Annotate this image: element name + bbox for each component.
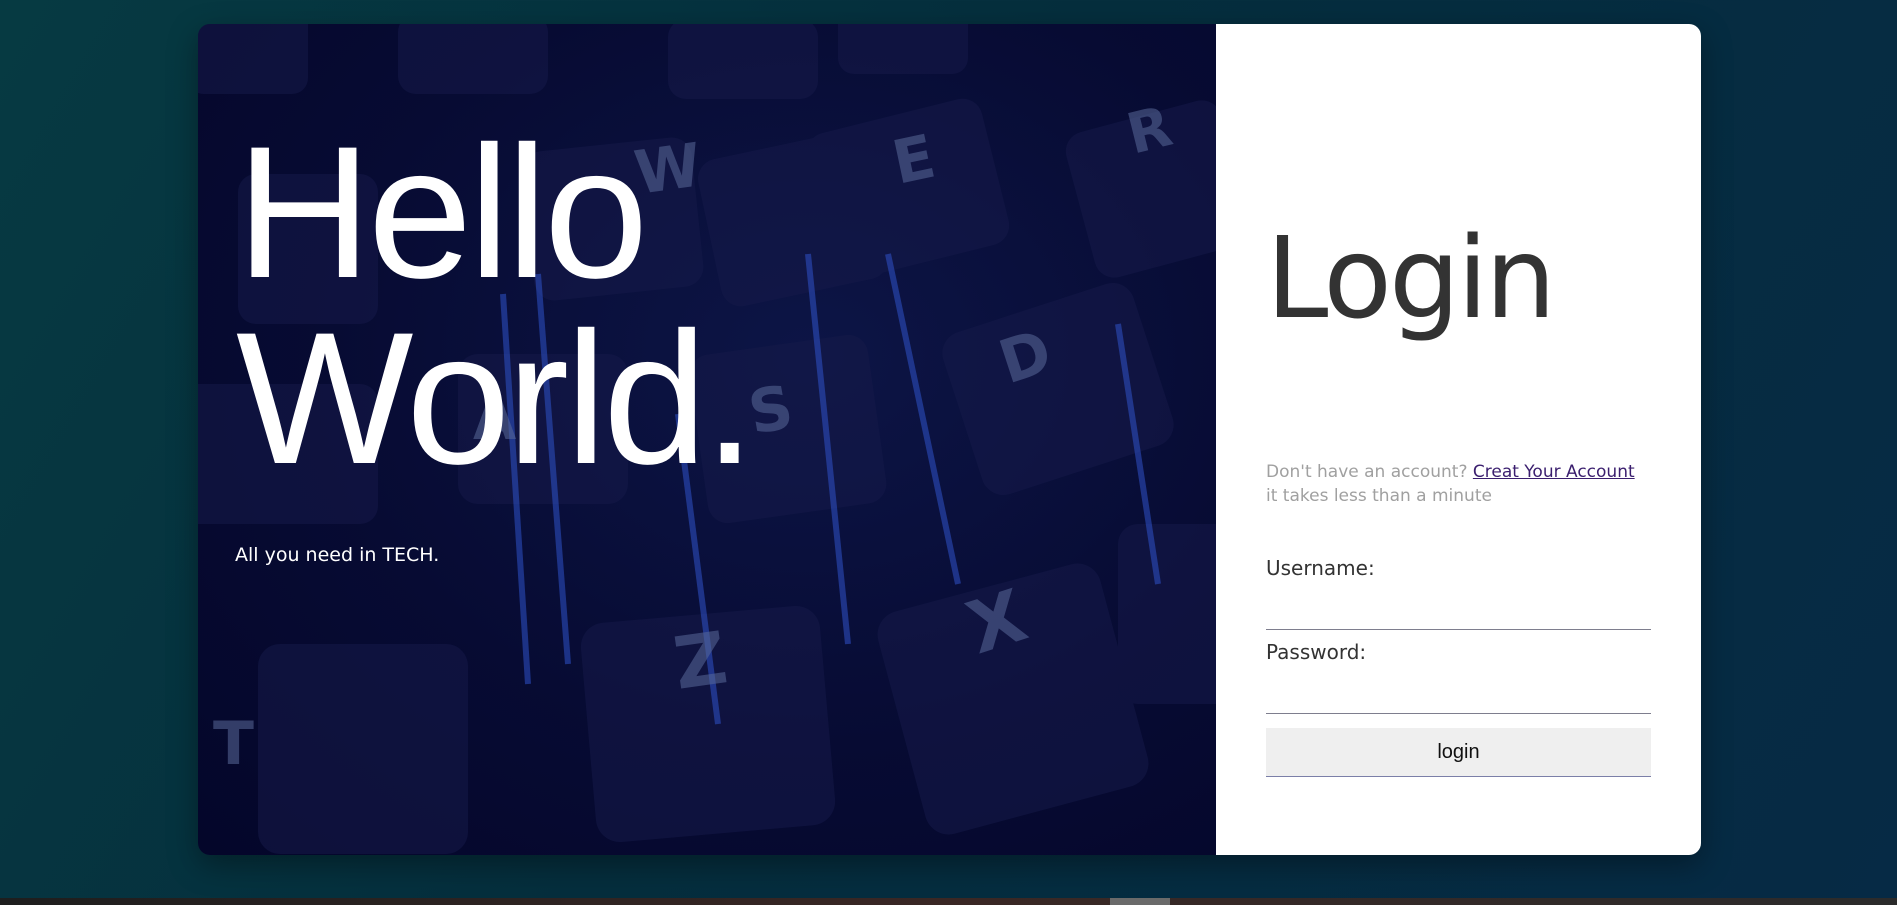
signup-prompt: Don't have an account? Creat Your Accoun… bbox=[1266, 460, 1651, 508]
hero-title-line-1: Hello bbox=[236, 107, 648, 317]
signup-prefix: Don't have an account? bbox=[1266, 462, 1468, 482]
login-button[interactable]: login bbox=[1266, 728, 1651, 777]
username-input[interactable] bbox=[1266, 595, 1651, 630]
login-panel: Login Don't have an account? Creat Your … bbox=[1216, 24, 1701, 855]
svg-text:T: T bbox=[213, 709, 254, 779]
taskbar bbox=[0, 898, 1897, 905]
hero-subtitle: All you need in TECH. bbox=[235, 544, 440, 566]
create-account-link[interactable]: Creat Your Account bbox=[1473, 462, 1635, 482]
signup-suffix: it takes less than a minute bbox=[1266, 486, 1492, 506]
hero-title: Hello World. bbox=[236, 107, 756, 503]
password-label: Password: bbox=[1266, 640, 1367, 664]
password-input[interactable] bbox=[1266, 679, 1651, 714]
hero-title-line-2: World. bbox=[236, 293, 756, 503]
username-label: Username: bbox=[1266, 556, 1375, 580]
hero-panel: W E R S D A Z X T Hello World. All you n… bbox=[198, 24, 1216, 855]
login-title: Login bbox=[1266, 214, 1556, 344]
login-card: W E R S D A Z X T Hello World. All you n… bbox=[198, 24, 1701, 855]
taskbar-indicator bbox=[1110, 898, 1170, 905]
